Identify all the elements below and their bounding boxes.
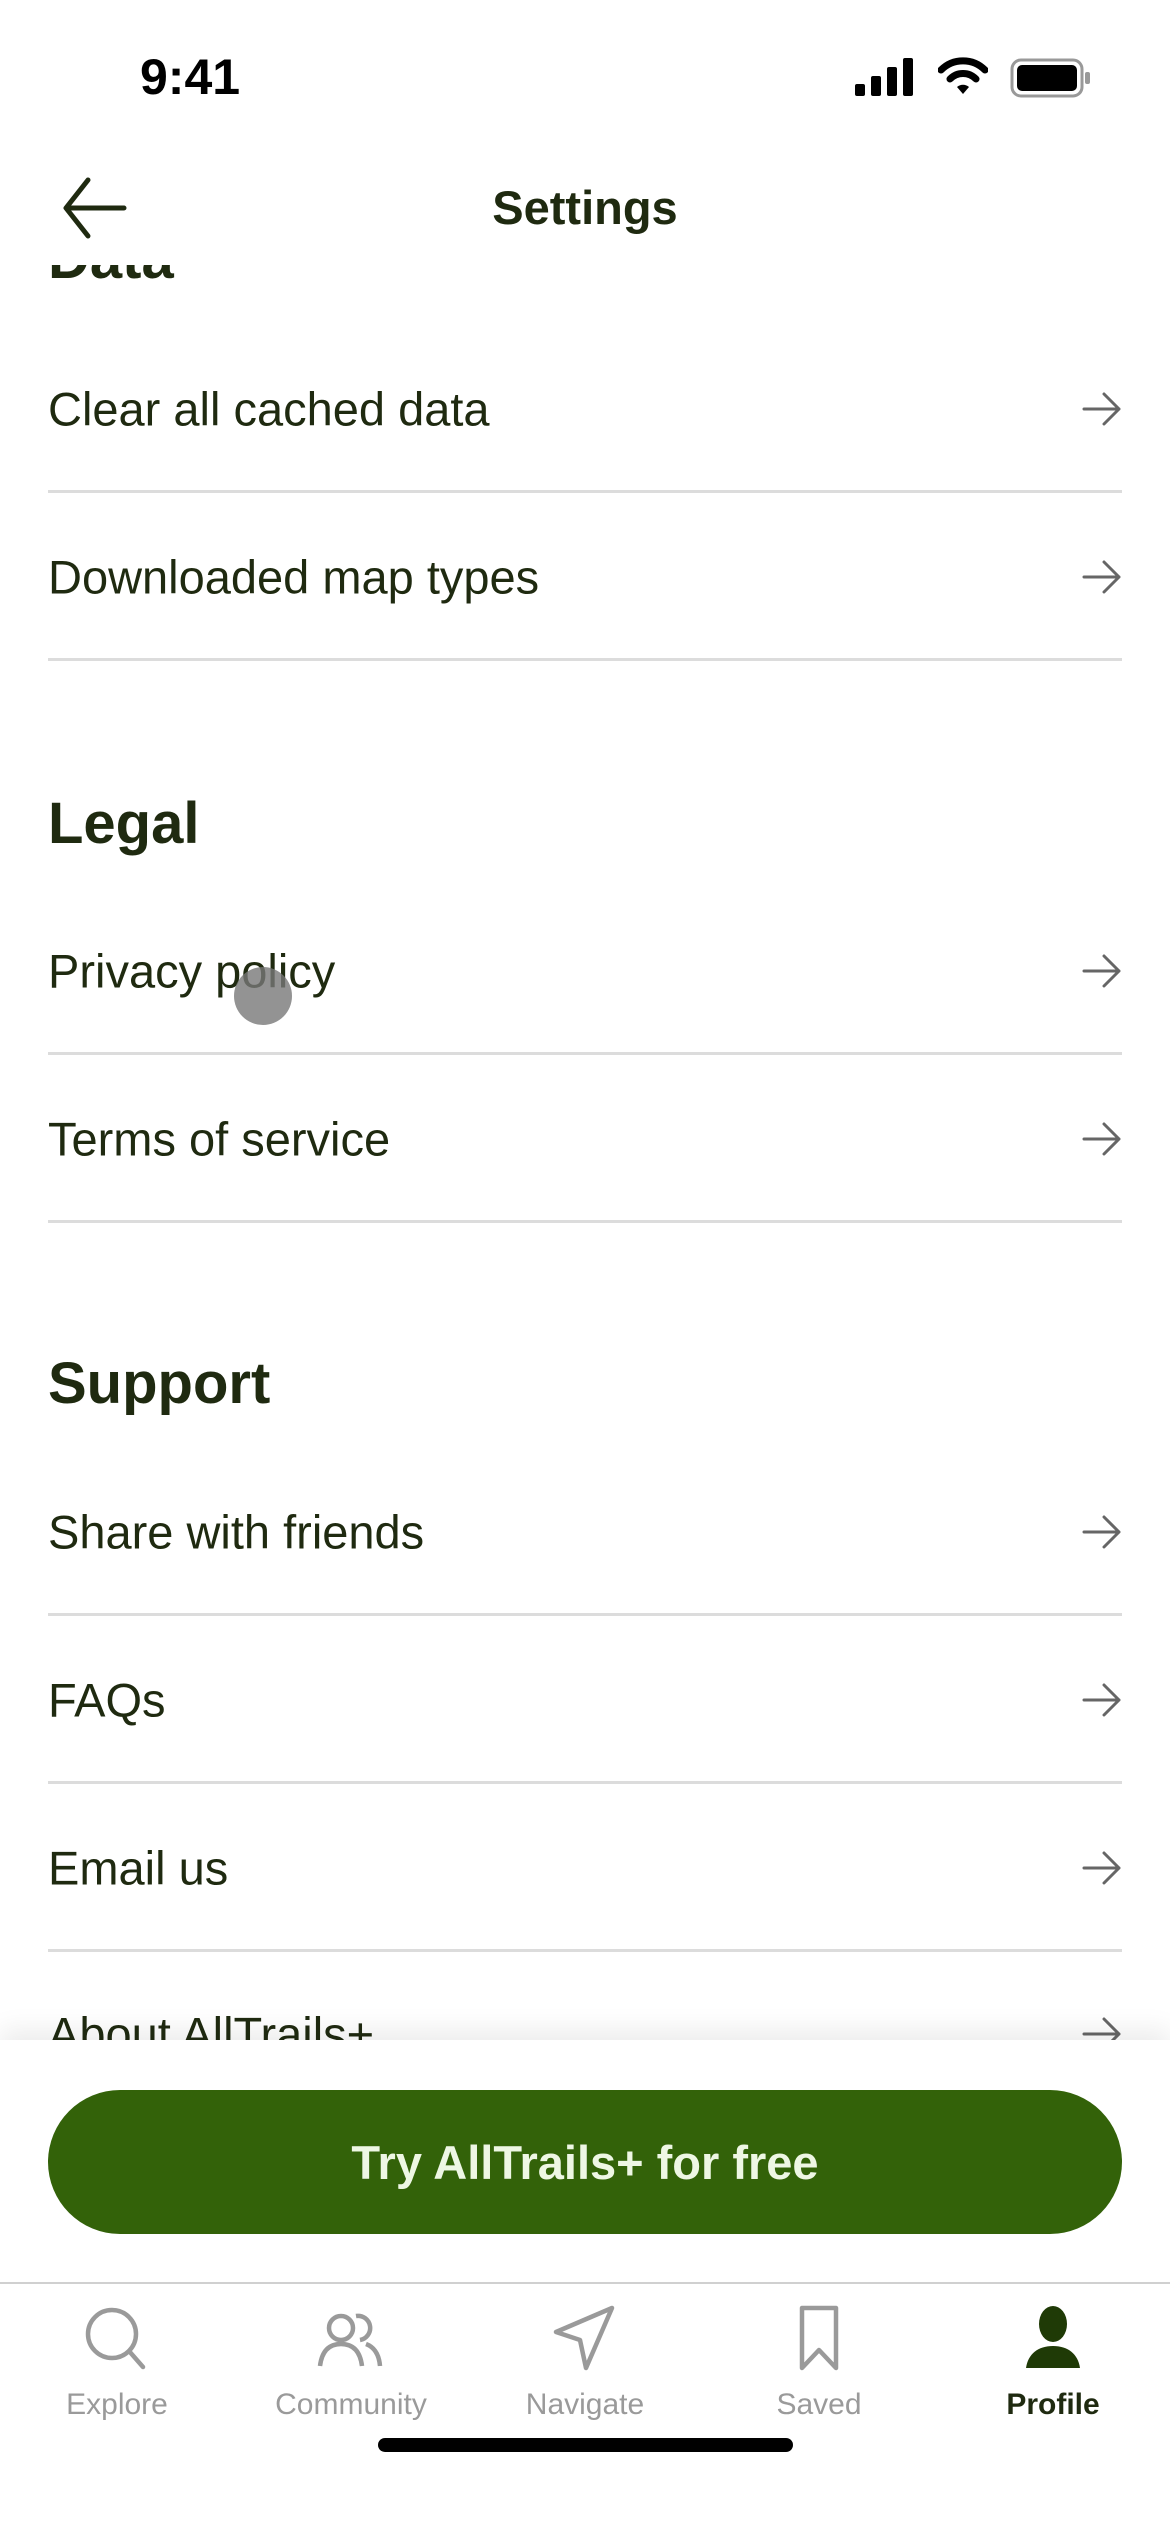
- chevron-right-arrow-icon: [1082, 392, 1121, 425]
- settings-row[interactable]: Share with friends: [48, 1450, 1122, 1616]
- chevron-right-arrow-icon: [1082, 1683, 1121, 1716]
- row-label: Downloaded map types: [48, 550, 540, 603]
- row-label: Privacy policy: [48, 944, 336, 997]
- page-title: Settings: [492, 181, 678, 234]
- row-label: Share with friends: [48, 1505, 425, 1558]
- nav-header: Settings: [0, 150, 1170, 265]
- tab-label: Navigate: [525, 2388, 645, 2421]
- home-indicator: [378, 2438, 793, 2452]
- profile-icon: [936, 2304, 1170, 2374]
- tab-label: Saved: [776, 2388, 862, 2421]
- chevron-right-arrow-icon: [1082, 1515, 1121, 1548]
- touch-indicator: [234, 967, 292, 1025]
- bottom-panel: Try AllTrails+ for free Explore Community…: [0, 2040, 1170, 2532]
- tab-profile[interactable]: Profile: [936, 2304, 1170, 2422]
- row-label: Terms of service: [48, 1112, 391, 1165]
- tab-explore[interactable]: Explore: [0, 2304, 234, 2422]
- row-label: Email us: [48, 1841, 229, 1894]
- row-label: About AllTrails+: [48, 2007, 375, 2040]
- tab-bar: Explore Community Navigate Saved Profile: [0, 2282, 1170, 2532]
- chevron-right-arrow-icon: [1082, 560, 1121, 593]
- try-alltrails-plus-button[interactable]: Try AllTrails+ for free: [48, 2090, 1122, 2234]
- community-icon: [234, 2304, 468, 2374]
- section-heading: Support: [48, 1351, 271, 1416]
- tab-label: Community: [275, 2388, 427, 2421]
- tab-label: Profile: [1006, 2388, 1100, 2421]
- row-label: Clear all cached data: [48, 382, 490, 435]
- tab-community[interactable]: Community: [234, 2304, 468, 2422]
- settings-row[interactable]: FAQs: [48, 1618, 1122, 1784]
- tab-navigate[interactable]: Navigate: [468, 2304, 702, 2422]
- chevron-right-arrow-icon: [1082, 2017, 1121, 2040]
- search-icon: [0, 2304, 234, 2374]
- chevron-right-arrow-icon: [1082, 954, 1121, 987]
- section-heading: Legal: [48, 791, 200, 856]
- bookmark-icon: [702, 2304, 936, 2374]
- settings-row[interactable]: Downloaded map types: [48, 495, 1122, 661]
- tab-saved[interactable]: Saved: [702, 2304, 936, 2422]
- settings-row[interactable]: About AllTrails+: [48, 1952, 1122, 2040]
- settings-row[interactable]: Email us: [48, 1786, 1122, 1952]
- settings-list[interactable]: DataClear all cached dataDownloaded map …: [0, 0, 1170, 2040]
- settings-row[interactable]: Clear all cached data: [48, 327, 1122, 493]
- settings-row[interactable]: Terms of service: [48, 1057, 1122, 1223]
- navigate-icon: [468, 2304, 702, 2374]
- chevron-right-arrow-icon: [1082, 1851, 1121, 1884]
- row-label: FAQs: [48, 1673, 166, 1726]
- chevron-right-arrow-icon: [1082, 1122, 1121, 1155]
- tab-label: Explore: [66, 2388, 168, 2421]
- settings-row[interactable]: Privacy policy: [48, 889, 1122, 1055]
